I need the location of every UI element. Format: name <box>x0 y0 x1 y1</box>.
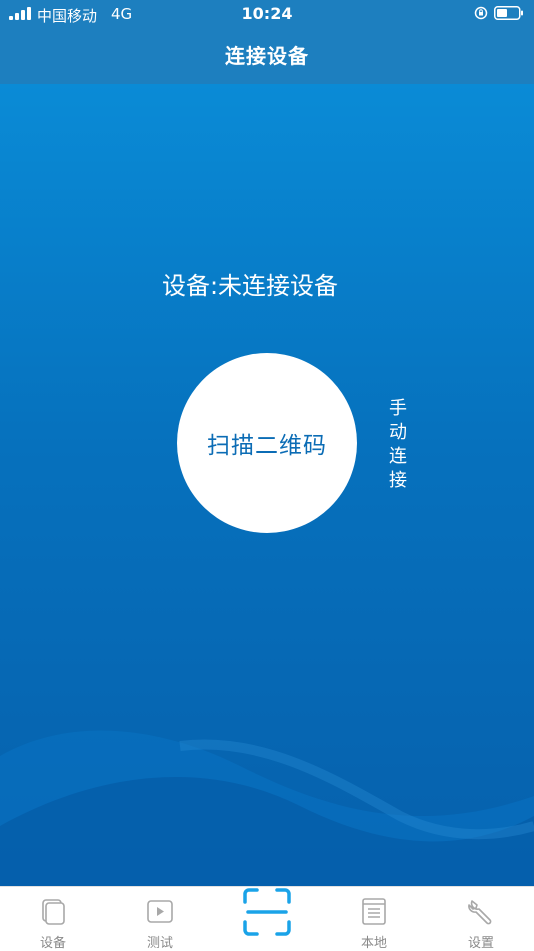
tab-bar: 设备 测试 本地 设置 <box>0 886 534 951</box>
tab-test-label: 测试 <box>146 936 173 951</box>
tab-scan[interactable] <box>242 888 292 936</box>
device-icon <box>42 899 65 925</box>
manual-connect-button[interactable]: 手动连接 <box>385 397 411 493</box>
status-time: 10:24 <box>241 4 293 23</box>
tab-device-label: 设备 <box>39 936 66 951</box>
tab-test[interactable]: 测试 <box>115 887 205 951</box>
device-status-text: 设备:未连接设备 <box>161 272 339 300</box>
document-icon <box>362 898 386 925</box>
wave-decoration <box>0 730 534 886</box>
main-panel: 设备:未连接设备 扫描二维码 手动连接 <box>0 84 534 886</box>
scan-qr-button[interactable]: 扫描二维码 <box>177 353 357 533</box>
battery-icon <box>494 6 523 20</box>
play-icon <box>147 900 173 923</box>
scan-qr-icon <box>243 888 291 936</box>
tab-local-label: 本地 <box>360 936 387 951</box>
status-bar: 中国移动 4G 10:24 <box>0 0 534 28</box>
tab-local[interactable]: 本地 <box>329 887 419 951</box>
tab-device[interactable]: 设备 <box>8 887 98 951</box>
wrench-icon <box>468 900 492 925</box>
device-connection-status: 设备:未连接设备 <box>0 266 500 301</box>
rotation-lock-icon <box>474 6 488 20</box>
page-title: 连接设备 <box>225 44 309 68</box>
top-bar: 中国移动 4G 10:24 连接设备 <box>0 0 534 84</box>
scan-qr-label: 扫描二维码 <box>207 433 327 459</box>
tab-settings-label: 设置 <box>467 936 494 951</box>
tab-settings[interactable]: 设置 <box>436 887 526 951</box>
